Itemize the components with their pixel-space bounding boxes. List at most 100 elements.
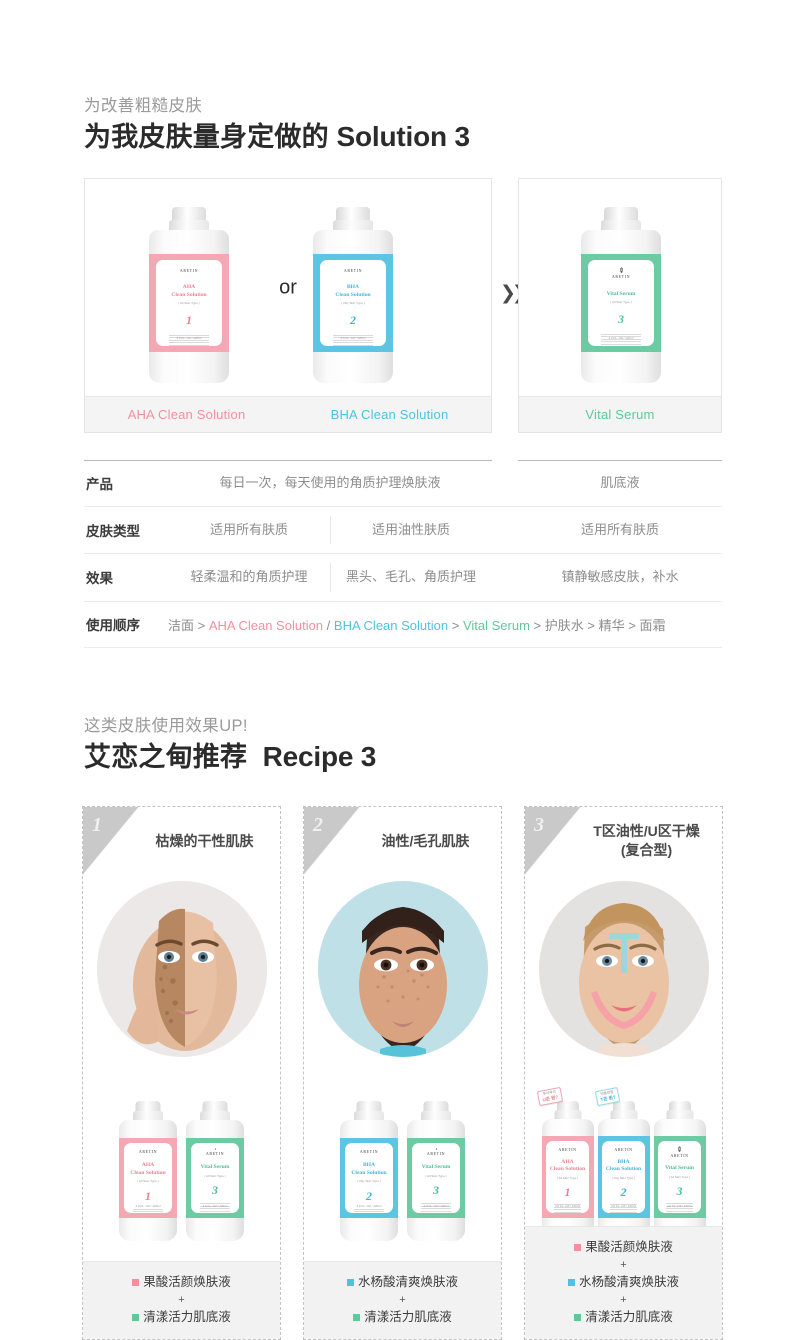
row-label: 效果 [86,571,113,587]
bottle-product-name: Vital Serum [421,1164,451,1171]
plus-separator: + [620,1258,627,1271]
order-step-aha: AHA Clean Solution [208,617,324,633]
recipe-card-dry-skin[interactable]: 1 枯燥的干性肌肤 ARETIN AHA Clean Solution (Al… [82,806,281,1340]
bottle-step-number: 1 [186,313,192,328]
card-number: 1 [92,814,102,836]
bottle-step-number: 1 [145,1188,151,1203]
bottle-skin-type: ( All Skin Type ) [137,1179,159,1184]
cell-bha: 适用油性肤质 [330,507,492,553]
bullet-green-icon [353,1314,361,1322]
bottle-skin-type: ( All Skin Type ) [668,1174,691,1179]
bottle-label-vital: ARETIN Vital Serum ( All Skin Type ) 3 4… [191,1142,239,1214]
order-step-vital: Vital Serum [462,617,530,633]
bottle-volume: 4.0 FL. OZ / 120ml [135,1204,161,1209]
bottle-volume: 4.0 FL. OZ / 120ml [610,1204,636,1209]
bottle-skin-type: ( Oily Skin Type ) [611,1175,636,1180]
bottle-product-name: AHA Clean Solution [130,1162,166,1176]
order-step-bha: BHA Clean Solution [333,617,449,633]
product-line: 果酸活颜焕肤液 [531,1238,716,1257]
solution-headline: 为我皮肤量身定做的 Solution 3 [84,120,470,154]
bottle-label-bha: ARETIN BHA Clean Solution ( Oily Skin Typ… [345,1142,393,1214]
recipe-card-oily-skin[interactable]: 2 油性/毛孔肌肤 ARETIN BHA Clean Solution (Oi… [303,806,502,1340]
bottle-body: ARETIN AHA Clean Solution ( All Skin Type… [149,230,229,383]
bottle-step-number: 2 [350,313,356,328]
mini-bottle-bha[interactable]: ARETIN BHA Clean Solution ( Oily Skin Typ… [340,1101,398,1241]
mini-bottle-bha[interactable]: 번들번들 T존 뭔? ARETIN BHA Clean Solution (O… [594,1086,650,1241]
bottle-product-name: BHA Clean Solution [605,1158,642,1173]
mini-bottle-vital-serum[interactable]: ARETIN Vital Serum ( All Skin Type ) 3 4… [653,1101,706,1241]
brand-name: ARETIN [426,1151,446,1157]
mini-bottle-vital-serum[interactable]: ARETIN Vital Serum ( All Skin Type ) 3 4… [186,1101,244,1241]
bottle-aha[interactable]: ARETIN AHA Clean Solution ( All Skin Type… [149,207,229,383]
table-top-rule-right [518,460,722,461]
product-line: 水杨酸清爽焕肤液 [310,1273,495,1292]
serum-captions: Vital Serum [519,396,721,432]
product-name: 水杨酸清爽焕肤液 [357,1275,458,1289]
bottle-vital-serum[interactable]: ARETIN Vital Serum ( All Skin Type ) 3 4… [581,207,661,383]
oily-pore-skin-photo [317,881,488,1057]
exfoliator-panel: ARETIN AHA Clean Solution ( All Skin Type… [84,178,492,433]
cell-serum: 适用所有肤质 [580,522,659,538]
bottle-product-name: AHA Clean Solution [171,284,207,298]
cell-bha: 黑头、毛孔、角质护理 [330,554,492,600]
mini-bottle-aha[interactable]: 푸석푸석 U존 뭔? ARETIN AHA Clean Solution (A… [536,1086,594,1241]
mini-bottle-aha[interactable]: ARETIN AHA Clean Solution ( All Skin Type… [119,1101,177,1241]
order-step-essence: 精华 [598,617,625,633]
bottle-label-bha: ARETIN BHA Clean Solution ( Oily Skin Typ… [320,259,386,347]
card-photo-area [525,875,722,1063]
face-illustration [317,881,488,1057]
usage-order-value: 洁面 > AHA Clean Solution / BHA Clean Solu… [168,602,666,647]
product-name: 清漾活力肌底液 [364,1310,452,1325]
bottle-band: ARETIN Vital Serum ( All Skin Type ) 3 4… [653,1136,706,1218]
bottle-step-number: 3 [676,1183,683,1198]
bottle-skin-type: ( All Skin Type ) [610,300,632,305]
bottle-step-number: 3 [433,1183,439,1198]
order-slash: / [326,617,331,633]
order-step-cleanse: 洁面 [168,617,195,633]
bottle-bha[interactable]: ARETIN BHA Clean Solution ( Oily Skin Typ… [313,207,393,383]
bottle-step-number: 3 [212,1183,218,1198]
bottle-step-number: 3 [618,312,624,327]
cell-serum: 镇静敏感皮肤，补水 [561,569,679,585]
bullet-pink-icon [132,1278,140,1286]
bottle-body: ARETIN BHA Clean Solution ( Oily Skin Typ… [313,230,393,383]
bottle-body: ARETIN Vital Serum ( All Skin Type ) 3 4… [581,230,661,383]
product-name: 清漾活力肌底液 [585,1310,673,1325]
order-step-toner: 护肤水 [544,617,584,633]
card-number-badge: 3 [525,807,581,875]
bottle-label-vital: ARETIN Vital Serum ( All Skin Type ) 3 4… [412,1142,460,1214]
card-header: 1 枯燥的干性肌肤 [83,807,280,875]
card-bottles-area: 푸석푸석 U존 뭔? ARETIN AHA Clean Solution (A… [525,1063,722,1243]
face-illustration [96,881,267,1057]
mini-bottle-vital-serum[interactable]: ARETIN Vital Serum ( All Skin Type ) 3 4… [407,1101,465,1241]
brand-name: ARETIN [138,1149,158,1155]
plus-separator: + [399,1293,406,1306]
card-photo-area [304,875,501,1063]
brand-crest-icon [619,267,623,274]
bottle-description-lines [354,1208,384,1214]
brand-name: ARETIN [670,1152,689,1158]
bottle-product-name: BHA Clean Solution [351,1162,387,1176]
card-number: 2 [313,814,323,836]
order-sep: > [587,617,595,633]
product-name: 清漾活力肌底液 [143,1310,231,1325]
bottle-band: ARETIN AHA Clean Solution ( All Skin Type… [149,254,229,352]
combination-skin-tzone-photo [538,881,709,1057]
card-header: 2 油性/毛孔肌肤 [304,807,501,875]
serum-panel: ARETIN Vital Serum ( All Skin Type ) 3 4… [518,178,722,433]
card-bottles-row: ARETIN AHA Clean Solution ( All Skin Type… [83,1101,280,1241]
brand-name: ARETIN [614,1146,633,1152]
brand-name: ARETIN [558,1146,577,1152]
caption-vital-serum: Vital Serum [585,407,655,422]
bottle-body: ARETIN BHA Clean Solution ( Oily Skin Typ… [597,1119,650,1241]
recipe-card-combination-skin[interactable]: 3 T区油性/U区干燥 (复合型) 푸석푸석 U존 뭔? ARETIN AHA … [524,806,723,1340]
bottle-step-number: 2 [366,1188,372,1203]
bottle-label-aha: ARETIN AHA Clean Solution ( All Skin Type… [124,1142,172,1214]
bottle-body: ARETIN BHA Clean Solution ( Oily Skin Typ… [340,1120,398,1241]
bottle-product-name: BHA Clean Solution [335,284,371,298]
bottle-body: ARETIN Vital Serum ( All Skin Type ) 3 4… [407,1120,465,1241]
exfoliator-captions: AHA Clean Solution BHA Clean Solution [85,396,491,432]
solution-panels: ARETIN AHA Clean Solution ( All Skin Type… [84,178,722,433]
card-bottles-row: ARETIN BHA Clean Solution ( Oily Skin Typ… [304,1101,501,1241]
product-line: 水杨酸清爽焕肤液 [531,1273,716,1292]
